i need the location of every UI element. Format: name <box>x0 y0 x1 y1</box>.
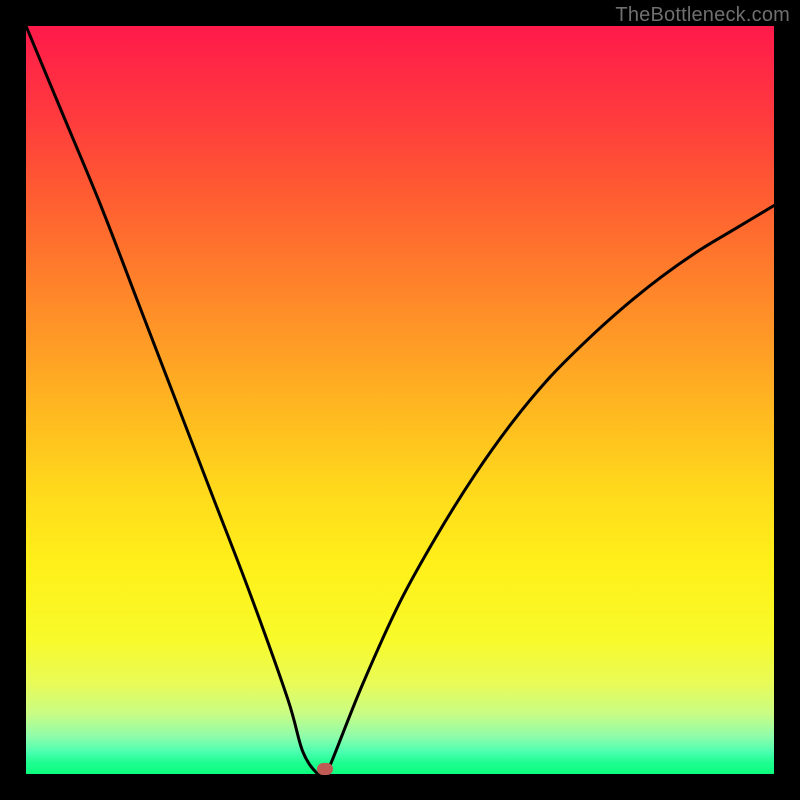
bottleneck-curve <box>26 26 774 774</box>
optimum-marker <box>317 763 333 775</box>
attribution-text: TheBottleneck.com <box>615 4 790 27</box>
chart-frame: TheBottleneck.com <box>0 0 800 800</box>
plot-area <box>26 26 774 774</box>
